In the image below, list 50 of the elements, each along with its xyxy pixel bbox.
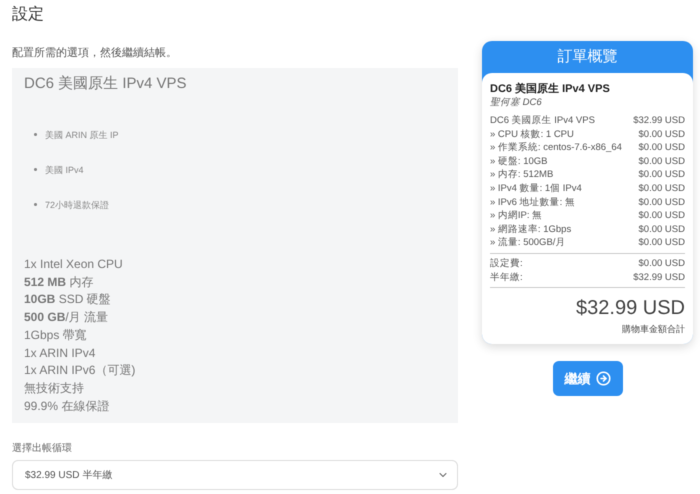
line-label: DC6 美國原生 IPv4 VPS <box>490 114 595 128</box>
line-label: » IPv6 地址數量: 無 <box>490 196 575 210</box>
spec-line: 1x ARIN IPv6（可選) <box>24 362 136 380</box>
summary-group: 聖何塞 DC6 <box>490 96 685 109</box>
line-price: $0.00 USD <box>638 236 685 250</box>
line-price: $0.00 USD <box>638 141 685 155</box>
bullet-icon <box>34 203 37 206</box>
total-price: $32.99 USD <box>576 297 685 320</box>
spec-line: 500 GB/月 流量 <box>24 309 110 326</box>
summary-product: DC6 美国原生 IPv4 VPS <box>490 81 611 96</box>
feature-text: 美國 IPv4 <box>45 164 84 177</box>
billing-label: 選擇出帳循環 <box>12 442 73 455</box>
line-label: » 網路速率: 1Gbps <box>490 222 572 236</box>
billing-select[interactable]: $32.99 USD 半年繳 <box>12 460 458 490</box>
total-label: 購物車金額合計 <box>622 323 685 336</box>
feature-text: 72小時退款保證 <box>45 199 110 212</box>
line-label: » CPU 核數: 1 CPU <box>490 128 574 142</box>
line-label: » IPv4 數量: 1個 IPv4 <box>490 182 582 196</box>
spec-line: 1x Intel Xeon CPU <box>24 256 124 273</box>
fee-label: 半年繳: <box>490 270 523 284</box>
fee-price: $32.99 USD <box>633 270 685 284</box>
line-price: $0.00 USD <box>638 209 685 223</box>
line-price: $0.00 USD <box>638 196 685 210</box>
spec-line: 1Gbps 帶寬 <box>24 326 88 344</box>
spec-line: 10GB SSD 硬盤 <box>24 291 112 308</box>
spec-line: 99.9% 在線保證 <box>24 398 110 415</box>
line-label: » 作業系統: centos-7.6-x86_64 <box>490 141 622 155</box>
bullet-icon <box>34 133 37 136</box>
line-label: » 内存: 512MB <box>490 168 554 182</box>
spec-line: 1x ARIN IPv4 <box>24 344 96 362</box>
line-label: » 硬盤: 10GB <box>490 154 548 168</box>
line-label: » 内網IP: 無 <box>490 209 542 223</box>
fee-price: $0.00 USD <box>638 256 685 271</box>
spec-line: 無技術支持 <box>24 380 85 397</box>
line-price: $32.99 USD <box>633 114 685 128</box>
line-label: » 流量: 500GB/月 <box>490 236 566 250</box>
spec-line: 512 MB 内存 <box>24 274 94 291</box>
bullet-icon <box>34 168 37 171</box>
page-subtitle: 配置所需的選項，然後繼續結帳。 <box>12 46 178 60</box>
line-price: $0.00 USD <box>638 154 685 168</box>
page-title: 設定 <box>12 4 45 25</box>
summary-title: 訂單概覽 <box>556 47 618 67</box>
arrow-right-icon <box>596 371 610 386</box>
line-price: $0.00 USD <box>638 168 685 182</box>
fee-label: 設定費: <box>490 256 523 271</box>
line-price: $0.00 USD <box>638 182 685 196</box>
line-price: $0.00 USD <box>638 128 685 142</box>
line-price: $0.00 USD <box>638 222 685 236</box>
product-name: DC6 美國原生 IPv4 VPS <box>24 74 188 93</box>
feature-text: 美國 ARIN 原生 IP <box>45 129 119 142</box>
